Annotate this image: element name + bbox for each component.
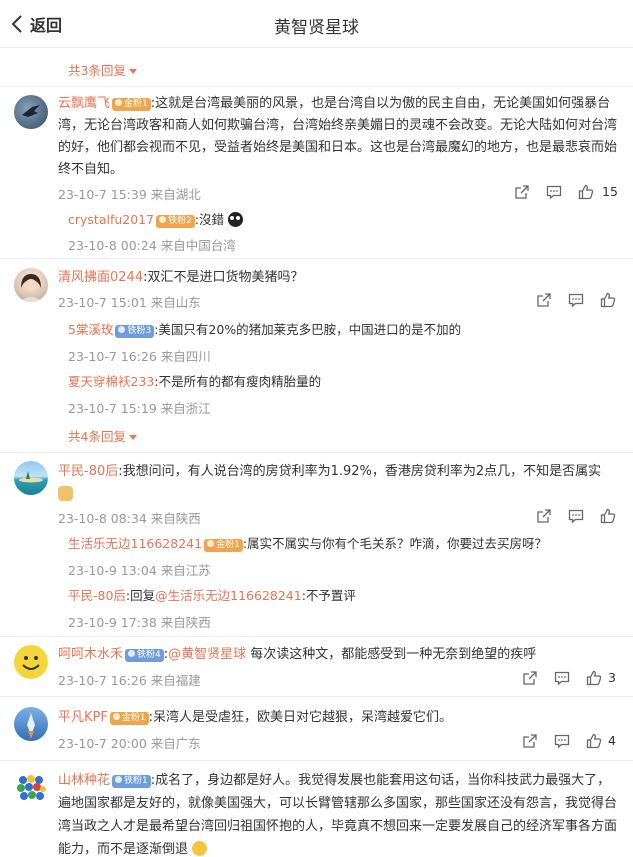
comment-meta: 23-10-7 15:01 来自山东 [58, 295, 201, 310]
reply-text: 夏天穿棉袄233:不是所有的都有瘦肉精胎量的 [68, 374, 322, 389]
username[interactable]: 平民-80后 [58, 464, 118, 479]
like-icon[interactable] [600, 508, 618, 526]
comment-text: 呵呵木水禾 铁粉4:@黄智贤星球 每次读这种文，都能感受到一种无奈到绝望的疾呼 [58, 647, 537, 662]
divider [0, 258, 633, 259]
reply-meta: 23-10-8 00:24 来自中国台湾 [68, 238, 236, 253]
fan-badge: 金粉1 [204, 539, 243, 552]
avatar[interactable] [14, 461, 48, 495]
share-icon[interactable] [536, 292, 554, 310]
fan-badge: 金粉1 [112, 98, 151, 111]
comment-actions [536, 292, 626, 310]
page-title: 黄智贤星球 [274, 18, 359, 38]
folded-hands-emoji-icon [58, 486, 73, 501]
fan-badge: 铁粉4 [125, 649, 164, 662]
face-emoji-icon [192, 841, 208, 856]
share-icon[interactable] [514, 184, 532, 202]
share-icon[interactable] [522, 733, 540, 751]
like-icon[interactable] [578, 184, 596, 202]
avatar[interactable] [14, 268, 48, 302]
divider [0, 696, 633, 697]
mention-link[interactable]: @生活乐无边116628241 [155, 588, 302, 603]
like-icon[interactable] [586, 733, 604, 751]
username[interactable]: crystalfu2017 [68, 212, 154, 227]
username[interactable]: 5棠溪玫 [68, 322, 113, 337]
comment-text: 云飘鹰飞 金粉1:这就是台湾最美丽的风景，也是台湾自以为傲的民主自由，无论美国如何… [58, 96, 618, 177]
comment-icon[interactable] [568, 508, 586, 526]
top-bar: 返回 黄智贤星球 [0, 0, 633, 48]
like-icon[interactable] [600, 292, 618, 310]
comment-icon[interactable] [554, 670, 572, 688]
more-replies-link[interactable]: 共3条回复 [68, 60, 137, 79]
reply-text: 平民-80后:回复@生活乐无边116628241:不予置评 [68, 588, 356, 603]
username[interactable]: 云飘鹰飞 [58, 96, 110, 111]
username[interactable]: 平民-80后 [68, 588, 126, 603]
comment-meta: 23-10-7 16:26 来自福建 [58, 673, 201, 688]
like-count: 4 [608, 733, 616, 748]
divider [0, 760, 633, 761]
reply-text: crystalfu2017 铁粉2:沒錯 [68, 210, 618, 230]
mention-link[interactable]: @黄智贤星球 [168, 647, 246, 662]
username[interactable]: 平凡KPF [58, 710, 108, 725]
like-icon[interactable] [586, 670, 604, 688]
comment-text: 清风拂面0244:双汇不是进口货物美猪吗？ [58, 270, 304, 285]
comment-icon[interactable] [546, 184, 564, 202]
username[interactable]: 清风拂面0244 [58, 270, 143, 285]
fan-badge: 铁粉3 [115, 325, 155, 338]
more-replies-link[interactable]: 共4条回复 [68, 426, 137, 445]
username[interactable]: 生活乐无边116628241 [68, 536, 202, 551]
comment-meta: 23-10-7 15:39 来自湖北 [58, 187, 201, 202]
comment-actions [536, 508, 626, 526]
comment-icon[interactable] [568, 292, 586, 310]
divider [0, 86, 633, 87]
username[interactable]: 夏天穿棉袄233 [68, 374, 154, 389]
comment-text: 山林种花 铁粉1:成名了，身边都是好人。我觉得发展也能套用这句话，当你科技武力最强… [58, 773, 618, 857]
comment-actions: 3 [522, 670, 622, 688]
fan-badge: 金粉1 [109, 712, 149, 725]
comment-icon[interactable] [554, 733, 572, 751]
caret-down-icon [128, 435, 137, 440]
comment-text: 平凡KPF 金粉1:呆湾人是受虐狂，欧美日对它越狠，呆湾越爱它们。 [58, 710, 452, 725]
sunglasses-emoji-icon [228, 212, 244, 227]
avatar[interactable] [14, 771, 48, 805]
comment-actions: 4 [522, 733, 622, 751]
reply-meta: 23-10-9 13:04 来自江苏 [68, 563, 211, 578]
reply-meta: 23-10-7 15:19 来自浙江 [68, 401, 211, 416]
divider [0, 636, 633, 637]
like-count: 15 [602, 184, 618, 199]
avatar[interactable] [14, 645, 48, 679]
comment-text: 平民-80后:我想问问，有人说台湾的房贷利率为1.92%，香港房贷利率为2点几，… [58, 460, 618, 506]
divider [0, 452, 633, 453]
reply-meta: 23-10-9 17:38 来自陕西 [68, 615, 211, 630]
username[interactable]: 山林种花 [58, 773, 110, 788]
share-icon[interactable] [522, 670, 540, 688]
share-icon[interactable] [536, 508, 554, 526]
like-count: 3 [608, 670, 616, 685]
reply-meta: 23-10-7 16:26 来自四川 [68, 349, 211, 364]
reply-text: 生活乐无边116628241 金粉1:属实不属实与你有个毛关系？咋滴，你要过去买房… [68, 536, 548, 552]
comment-actions: 15 [514, 184, 624, 202]
reply-text: 5棠溪玫 铁粉3:美国只有20%的猪加莱克多巴胺，中国进口的是不加的 [68, 322, 462, 338]
avatar[interactable] [14, 707, 48, 741]
fan-badge: 铁粉2 [156, 215, 195, 228]
avatar[interactable] [14, 95, 48, 129]
username[interactable]: 呵呵木水禾 [58, 647, 123, 662]
comment-meta: 23-10-7 20:00 来自广东 [58, 736, 201, 751]
caret-down-icon [128, 69, 137, 74]
fan-badge: 铁粉1 [112, 775, 151, 788]
comment-meta: 23-10-8 08:34 来自陕西 [58, 511, 201, 526]
